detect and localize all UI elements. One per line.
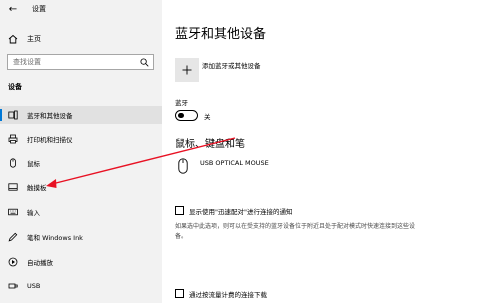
main-content: 蓝牙和其他设备 添加蓝牙或其他设备 蓝牙 关 鼠标、键盘和笔 USB OPTIC… xyxy=(162,0,500,303)
sidebar-section-title: 设备 xyxy=(8,83,22,91)
sidebar-home-label: 主页 xyxy=(27,35,41,43)
search-icon[interactable] xyxy=(140,58,149,67)
mouse-device-icon xyxy=(178,158,188,174)
pen-icon xyxy=(8,232,18,242)
sidebar-item-label: 自动播放 xyxy=(27,259,53,267)
sidebar-item-label: 打印机和扫描仪 xyxy=(27,136,73,144)
sidebar-home[interactable]: 主页 xyxy=(8,32,41,46)
usb-icon xyxy=(8,283,18,289)
metered-download-checkbox[interactable] xyxy=(175,289,184,298)
sidebar-item-touchpad[interactable]: 触摸板 xyxy=(0,178,162,196)
sidebar-item-label: 鼠标 xyxy=(27,160,40,168)
sidebar-item-label: 触摸板 xyxy=(27,184,47,192)
home-icon xyxy=(8,34,18,44)
page-title: 蓝牙和其他设备 xyxy=(175,27,267,42)
bluetooth-devices-icon xyxy=(8,110,18,120)
sidebar-item-typing[interactable]: 输入 xyxy=(0,203,162,221)
sidebar-item-pen[interactable]: 笔和 Windows Ink xyxy=(0,228,162,246)
plus-icon xyxy=(182,65,192,75)
bluetooth-state: 关 xyxy=(204,113,211,121)
sidebar-item-label: 笔和 Windows Ink xyxy=(27,234,83,242)
sidebar-item-label: USB xyxy=(27,282,41,290)
search-placeholder: 查找设置 xyxy=(13,58,41,66)
window-title: 设置 xyxy=(32,5,46,13)
sidebar-item-label: 蓝牙和其他设备 xyxy=(27,112,73,120)
toggle-knob xyxy=(178,112,184,118)
printer-icon xyxy=(8,134,18,144)
mouse-icon xyxy=(10,158,16,168)
add-device-label[interactable]: 添加蓝牙或其他设备 xyxy=(202,62,261,71)
device-name[interactable]: USB OPTICAL MOUSE xyxy=(200,159,269,167)
sidebar: ← 设置 主页 查找设置 设备 蓝牙和其他设备 打印机和扫描仪 鼠标 触摸板 输… xyxy=(0,0,162,303)
metered-download-label[interactable]: 通过按流量计费的连接下载 xyxy=(189,289,267,299)
add-device-button[interactable] xyxy=(175,58,199,82)
sidebar-item-usb[interactable]: USB xyxy=(0,277,162,295)
autoplay-icon xyxy=(8,257,18,267)
touchpad-icon xyxy=(8,183,18,191)
back-arrow-icon[interactable]: ← xyxy=(6,3,20,17)
swift-pair-description: 如果选中此选项，则可以在受支持的蓝牙设备位于附近且处于配对模式时快速连接到这些设… xyxy=(175,223,416,240)
section-title-mouse-keyboard-pen: 鼠标、键盘和笔 xyxy=(175,139,245,150)
sidebar-item-label: 输入 xyxy=(27,209,40,217)
sidebar-item-bluetooth[interactable]: 蓝牙和其他设备 xyxy=(0,106,162,124)
sidebar-item-printers[interactable]: 打印机和扫描仪 xyxy=(0,130,162,148)
bluetooth-toggle[interactable] xyxy=(175,110,198,121)
swift-pair-label[interactable]: 显示使用"迅速配对"进行连接的通知 xyxy=(189,206,292,216)
sidebar-item-mouse[interactable]: 鼠标 xyxy=(0,154,162,172)
keyboard-icon xyxy=(8,208,18,216)
search-input[interactable]: 查找设置 xyxy=(7,54,154,70)
sidebar-item-autoplay[interactable]: 自动播放 xyxy=(0,253,162,271)
swift-pair-checkbox[interactable] xyxy=(175,206,184,215)
bluetooth-label: 蓝牙 xyxy=(175,99,188,107)
